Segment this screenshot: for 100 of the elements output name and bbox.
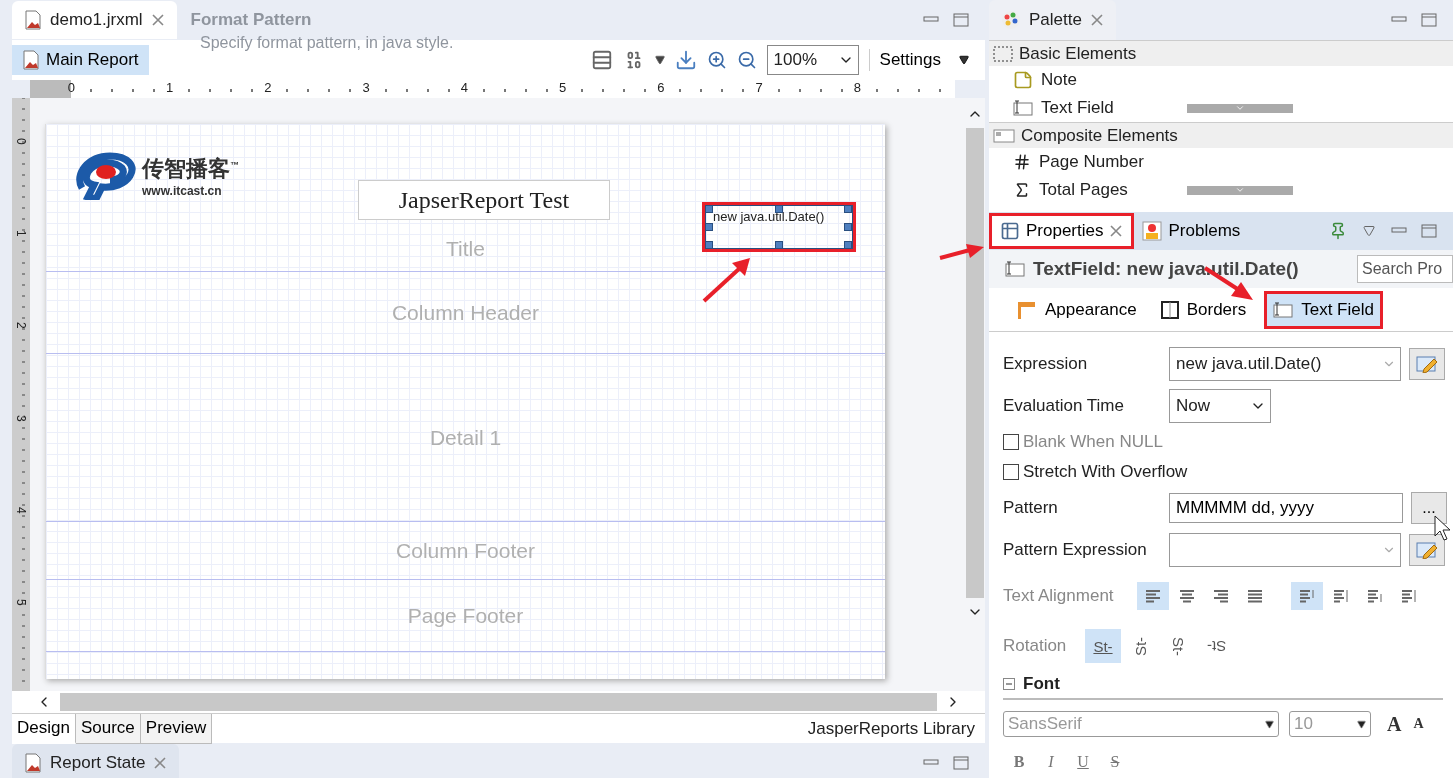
chevron-down-icon (1235, 103, 1245, 113)
section-tab[interactable]: Text Field (1264, 290, 1383, 329)
scrollbar-thumb[interactable] (60, 693, 937, 711)
align-icon (1246, 588, 1264, 604)
resize-handle[interactable] (775, 241, 783, 249)
expression-field[interactable]: new java.util.Date() (1169, 347, 1401, 381)
ruler-number: 0 (67, 80, 76, 95)
resize-handle[interactable] (844, 205, 852, 213)
view-tab[interactable]: Source (75, 713, 141, 744)
zoom-combo[interactable]: 100% (766, 45, 859, 75)
ruler-number: 6 (657, 80, 665, 95)
search-field[interactable]: Search Pro (1357, 255, 1453, 283)
section-tab[interactable]: Borders (1154, 290, 1253, 329)
rotation-button[interactable]: St- (1123, 629, 1159, 663)
align-icon (1400, 588, 1418, 604)
rotation-button[interactable]: St- (1085, 629, 1121, 663)
align-icon (1298, 588, 1316, 604)
item-label: Page Number (1039, 152, 1144, 172)
section-label: Basic Elements (1019, 43, 1137, 64)
view-menu-icon[interactable] (1363, 225, 1375, 237)
panel-tab[interactable]: Properties (989, 213, 1135, 249)
close-icon[interactable] (153, 756, 168, 770)
zoom-in-icon[interactable] (706, 50, 727, 70)
evaluation-select[interactable]: Now (1169, 389, 1271, 423)
settings-button[interactable]: Settings (868, 49, 975, 71)
report-title[interactable]: JapserReport Test (358, 180, 610, 220)
dialog-title: Format Pattern (190, 10, 312, 30)
dropdown-icon[interactable] (654, 55, 665, 65)
pattern-expression-field[interactable] (1169, 533, 1401, 567)
resize-handle[interactable] (775, 205, 783, 213)
hash-icon (1013, 153, 1031, 171)
close-icon[interactable] (1089, 13, 1104, 27)
item-label: Note (1041, 70, 1077, 90)
view-tab[interactable]: Design (12, 713, 76, 744)
edit-button[interactable] (1409, 348, 1445, 380)
palette-section[interactable]: Basic Elements (989, 40, 1453, 66)
pointer-arrow (702, 258, 750, 303)
font-style-button[interactable]: S (1099, 749, 1131, 775)
align-icon (1144, 588, 1162, 604)
palette-item[interactable]: Page Number (989, 148, 1453, 176)
view-tab[interactable]: Preview (140, 713, 213, 744)
section-tab[interactable]: Appearance (1009, 290, 1143, 329)
palette-item[interactable]: Note (989, 66, 1453, 94)
library-label: JasperReports Library (807, 718, 976, 739)
rotation-button[interactable]: St- (1161, 629, 1197, 663)
maximize-icon[interactable] (1421, 13, 1437, 27)
zoom-out-icon[interactable] (736, 50, 757, 70)
item-label: Text Field (1041, 98, 1114, 118)
export-icon[interactable] (674, 49, 697, 71)
text-field-icon (1013, 100, 1033, 116)
report-state-tab[interactable]: Report State (12, 744, 180, 778)
borders-icon (1160, 300, 1179, 319)
resize-handle[interactable] (705, 241, 713, 249)
more-button[interactable] (1187, 103, 1293, 113)
maximize-icon[interactable] (1421, 224, 1437, 238)
align-icon (1212, 588, 1230, 604)
scrollbar-thumb[interactable] (966, 128, 984, 598)
band-label: Detail 1 (429, 425, 502, 450)
resize-handle[interactable] (705, 223, 713, 231)
item-label: Total Pages (1039, 180, 1128, 200)
file-icon (24, 10, 42, 30)
close-icon[interactable] (150, 13, 165, 27)
align-icon (1366, 588, 1384, 604)
palette-section[interactable]: Composite Elements (989, 122, 1453, 148)
logo-mark (74, 152, 138, 200)
checkbox[interactable] (1003, 464, 1019, 480)
palette-item[interactable]: Total Pages (989, 176, 1453, 204)
field-label: Pattern (1003, 498, 1059, 518)
edit-button[interactable] (1409, 534, 1445, 566)
font-style-button[interactable]: U (1067, 749, 1099, 775)
align-button[interactable] (1137, 582, 1169, 610)
pin-icon[interactable] (1329, 222, 1347, 240)
pattern-field[interactable]: MMMMM dd, yyyy (1169, 493, 1403, 523)
resize-handle[interactable] (705, 205, 713, 213)
palette-tab[interactable]: Palette (989, 0, 1116, 40)
report-icon (22, 50, 40, 70)
resize-handle[interactable] (844, 241, 852, 249)
text-field-icon (1005, 261, 1025, 277)
maximize-icon[interactable] (953, 756, 969, 770)
align-button[interactable] (1291, 582, 1323, 610)
browse-button[interactable]: ... (1411, 492, 1447, 524)
editor-tab[interactable]: demo1.jrxml (12, 1, 177, 39)
font-style-button[interactable]: I (1035, 749, 1067, 775)
resize-handle[interactable] (844, 223, 852, 231)
report-icon (24, 753, 42, 773)
checkbox-label[interactable]: Stretch With Overflow (1003, 462, 1188, 482)
shrink-font-button[interactable]: A (1407, 716, 1430, 732)
band-icon[interactable] (590, 49, 613, 71)
palette-item[interactable]: Text Field (989, 94, 1453, 122)
font-style-button[interactable]: B (1003, 749, 1035, 775)
rotation-button[interactable]: St- (1199, 629, 1235, 663)
grow-font-button[interactable]: A (1381, 712, 1408, 736)
date-text-field[interactable]: new java.util.Date() (702, 202, 856, 252)
panel-tab[interactable]: Problems (1134, 213, 1249, 249)
collapse-icon[interactable] (1003, 678, 1015, 690)
ruler-number: 2 (13, 322, 28, 332)
more-button[interactable] (1187, 185, 1293, 195)
close-icon[interactable] (1109, 224, 1124, 238)
main-report-button[interactable]: Main Report (12, 45, 149, 75)
maximize-icon[interactable] (953, 13, 969, 27)
